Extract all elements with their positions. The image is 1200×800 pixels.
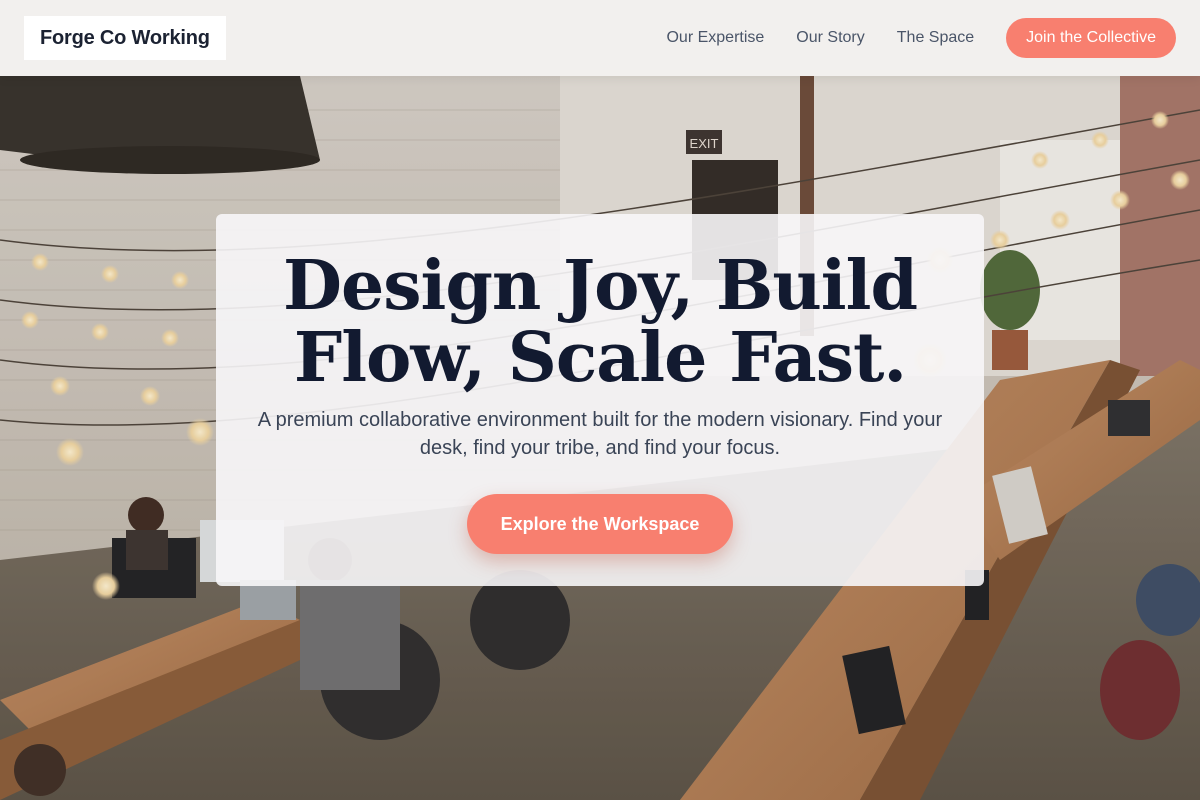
explore-workspace-button[interactable]: Explore the Workspace — [467, 494, 733, 554]
hero-card: Design Joy, Build Flow, Scale Fast. A pr… — [216, 214, 984, 586]
hero-title: Design Joy, Build Flow, Scale Fast. — [282, 246, 918, 398]
site-logo[interactable]: Forge Co Working — [24, 16, 226, 60]
hero-subtitle: A premium collaborative environment buil… — [257, 409, 943, 459]
main-nav: Our Expertise Our Story The Space Join t… — [666, 18, 1176, 58]
join-collective-button[interactable]: Join the Collective — [1006, 18, 1176, 58]
site-header: Forge Co Working Our Expertise Our Story… — [0, 0, 1200, 76]
nav-link-our-story[interactable]: Our Story — [796, 18, 864, 58]
nav-link-the-space[interactable]: The Space — [897, 18, 974, 58]
nav-link-our-expertise[interactable]: Our Expertise — [666, 18, 764, 58]
